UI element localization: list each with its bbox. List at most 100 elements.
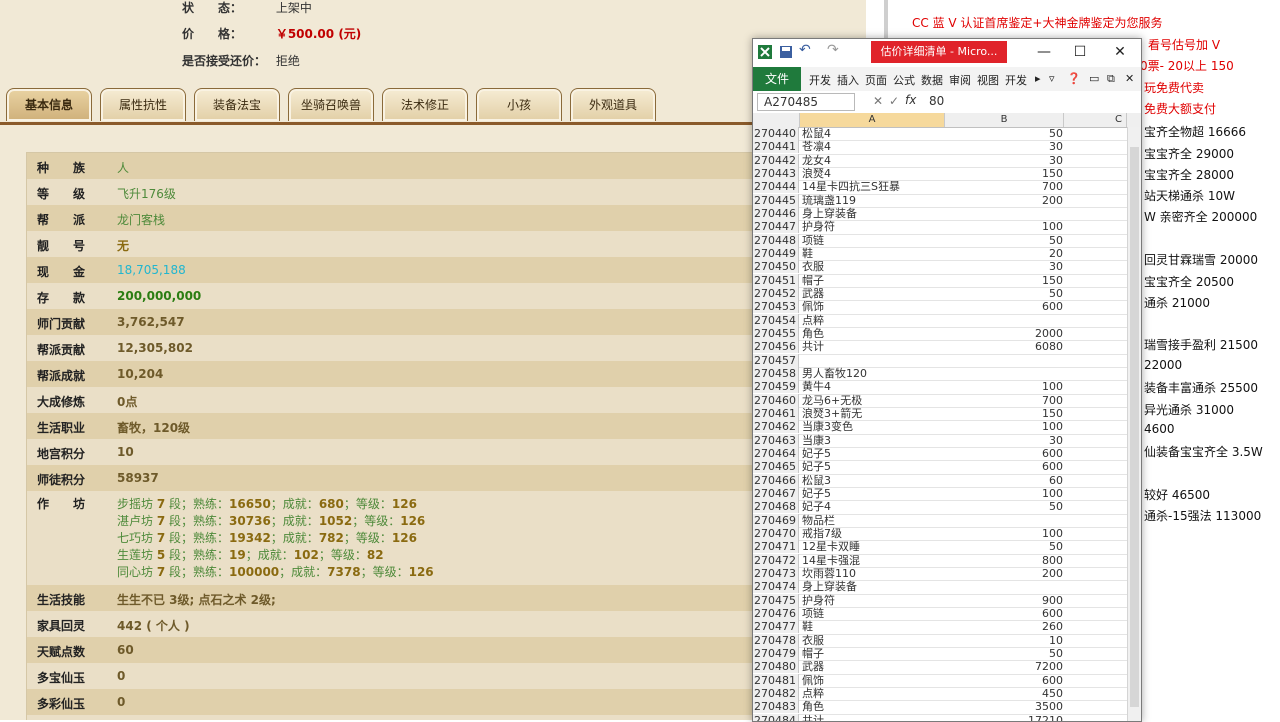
sheet-row[interactable]: 270483 角色 3500: [753, 700, 1127, 715]
cell-a[interactable]: 妃子5: [802, 460, 942, 473]
row-number[interactable]: 270455: [753, 326, 799, 340]
vertical-scrollbar[interactable]: [1127, 127, 1141, 721]
sheet-row[interactable]: 270472 14星卡强混 800: [753, 553, 1127, 568]
ribbon-close-icon[interactable]: ✕: [1125, 72, 1134, 85]
ribbon-tab[interactable]: 数据: [921, 72, 943, 88]
cell-a[interactable]: 角色: [802, 327, 942, 340]
sheet-row[interactable]: 270480 武器 7200: [753, 660, 1127, 675]
row-number[interactable]: 270469: [753, 513, 799, 527]
sheet-row[interactable]: 270456 共计 6080: [753, 340, 1127, 355]
sheet-row[interactable]: 270460 龙马6+无极 700: [753, 393, 1127, 408]
cell-a[interactable]: 身上穿装备: [802, 580, 942, 593]
cell-a[interactable]: 共计: [802, 340, 942, 353]
cell-a[interactable]: 龙女4: [802, 154, 942, 167]
cell-a[interactable]: 松鼠3: [802, 474, 942, 487]
sheet-row[interactable]: 270478 衣服 10: [753, 633, 1127, 648]
sheet-row[interactable]: 270448 项链 50: [753, 233, 1127, 248]
save-icon[interactable]: [779, 45, 793, 62]
row-number[interactable]: 270481: [753, 673, 799, 687]
row-number[interactable]: 270448: [753, 233, 799, 247]
cell-b[interactable]: 260: [945, 620, 1063, 633]
cell-a[interactable]: 当康3: [802, 434, 942, 447]
cell-a[interactable]: 点粹: [802, 314, 942, 327]
cell-a[interactable]: 衣服: [802, 260, 942, 273]
cell-b[interactable]: 600: [945, 460, 1063, 473]
sheet-row[interactable]: 270449 鞋 20: [753, 246, 1127, 262]
sheet-row[interactable]: 270465 妃子5 600: [753, 460, 1127, 475]
maximize-icon[interactable]: ☐: [1069, 43, 1091, 61]
cell-a[interactable]: 护身符: [802, 220, 942, 233]
ribbon-tab[interactable]: 页面: [865, 72, 887, 88]
sheet-row[interactable]: 270441 苍凛4 30: [753, 140, 1127, 155]
cell-b[interactable]: 900: [945, 594, 1063, 607]
tab-appearance-items[interactable]: 外观道具: [570, 88, 656, 121]
cell-b[interactable]: 50: [945, 540, 1063, 553]
cell-b[interactable]: 50: [945, 234, 1063, 247]
ribbon-restore-icon[interactable]: ⧉: [1107, 72, 1115, 86]
row-number[interactable]: 270452: [753, 286, 799, 300]
column-header-a[interactable]: A: [800, 113, 945, 127]
sheet-row[interactable]: 270458 男人畜牧120: [753, 366, 1127, 382]
cell-a[interactable]: 衣服: [802, 634, 942, 647]
cell-b[interactable]: 100: [945, 380, 1063, 393]
cell-b[interactable]: 10: [945, 634, 1063, 647]
cell-b[interactable]: 450: [945, 687, 1063, 700]
enter-icon[interactable]: ✓: [889, 94, 899, 108]
row-number[interactable]: 270445: [753, 193, 799, 207]
cell-a[interactable]: 浪燹3+箭无: [802, 407, 942, 420]
cell-a[interactable]: 角色: [802, 700, 942, 713]
cell-b[interactable]: 60: [945, 474, 1063, 487]
sheet-row[interactable]: 270473 坎雨蓉110 200: [753, 566, 1127, 582]
row-number[interactable]: 270468: [753, 500, 799, 514]
cell-b[interactable]: 6080: [945, 340, 1063, 353]
name-box[interactable]: A270485: [757, 93, 855, 111]
row-number[interactable]: 270441: [753, 140, 799, 154]
cell-a[interactable]: 护身符: [802, 594, 942, 607]
cell-a[interactable]: 戒指7级: [802, 527, 942, 540]
scroll-thumb[interactable]: [1130, 147, 1139, 707]
cell-b[interactable]: 100: [945, 527, 1063, 540]
cell-b[interactable]: 100: [945, 420, 1063, 433]
cell-b[interactable]: 2000: [945, 327, 1063, 340]
column-header-c[interactable]: C: [1064, 113, 1127, 127]
cell-b[interactable]: 800: [945, 554, 1063, 567]
sheet-row[interactable]: 270442 龙女4 30: [753, 153, 1127, 168]
sheet-row[interactable]: 270476 项链 600: [753, 606, 1127, 622]
cell-a[interactable]: 帽子: [802, 274, 942, 287]
row-number[interactable]: 270462: [753, 420, 799, 434]
sheet-row[interactable]: 270455 角色 2000: [753, 326, 1127, 342]
cell-b[interactable]: 600: [945, 674, 1063, 687]
cell-a[interactable]: 浪燹4: [802, 167, 942, 180]
spreadsheet-grid[interactable]: 270440 松鼠4 50 270441 苍凛4 30 270442 龙女4 30 270443 浪…: [753, 127, 1127, 721]
column-header-b[interactable]: B: [945, 113, 1064, 127]
cell-a[interactable]: 武器: [802, 287, 942, 300]
cell-a[interactable]: 男人畜牧120: [802, 367, 942, 380]
ribbon-tab[interactable]: 视图: [977, 72, 999, 88]
cell-a[interactable]: 点粹: [802, 687, 942, 700]
cell-b[interactable]: 30: [945, 434, 1063, 447]
row-number[interactable]: 270444: [753, 180, 799, 194]
sheet-row[interactable]: 270481 佩饰 600: [753, 673, 1127, 688]
sheet-row[interactable]: 270464 妃子5 600: [753, 446, 1127, 462]
sheet-row[interactable]: 270468 妃子4 50: [753, 500, 1127, 515]
cell-a[interactable]: 佩饰: [802, 300, 942, 313]
sheet-row[interactable]: 270461 浪燹3+箭无 150: [753, 406, 1127, 422]
sheet-row[interactable]: 270452 武器 50: [753, 286, 1127, 302]
sheet-row[interactable]: 270459 黄牛4 100: [753, 380, 1127, 395]
function-icon[interactable]: fx: [905, 93, 916, 107]
tab-children[interactable]: 小孩: [476, 88, 562, 121]
sheet-row[interactable]: 270443 浪燹4 150: [753, 166, 1127, 182]
sheet-row[interactable]: 270475 护身符 900: [753, 593, 1127, 608]
ribbon-minimize-icon[interactable]: ▭: [1089, 72, 1099, 85]
row-number[interactable]: 270471: [753, 540, 799, 554]
sheet-row[interactable]: 270479 帽子 50: [753, 646, 1127, 662]
cell-b[interactable]: 50: [945, 647, 1063, 660]
row-number[interactable]: 270440: [753, 127, 799, 140]
row-number[interactable]: 270473: [753, 566, 799, 580]
row-number[interactable]: 270458: [753, 366, 799, 380]
select-all-corner[interactable]: [753, 113, 800, 127]
cell-a[interactable]: 14星卡四抗三S狂暴: [802, 180, 942, 193]
row-number[interactable]: 270449: [753, 246, 799, 260]
row-number[interactable]: 270475: [753, 593, 799, 607]
sheet-row[interactable]: 270451 帽子 150: [753, 273, 1127, 288]
